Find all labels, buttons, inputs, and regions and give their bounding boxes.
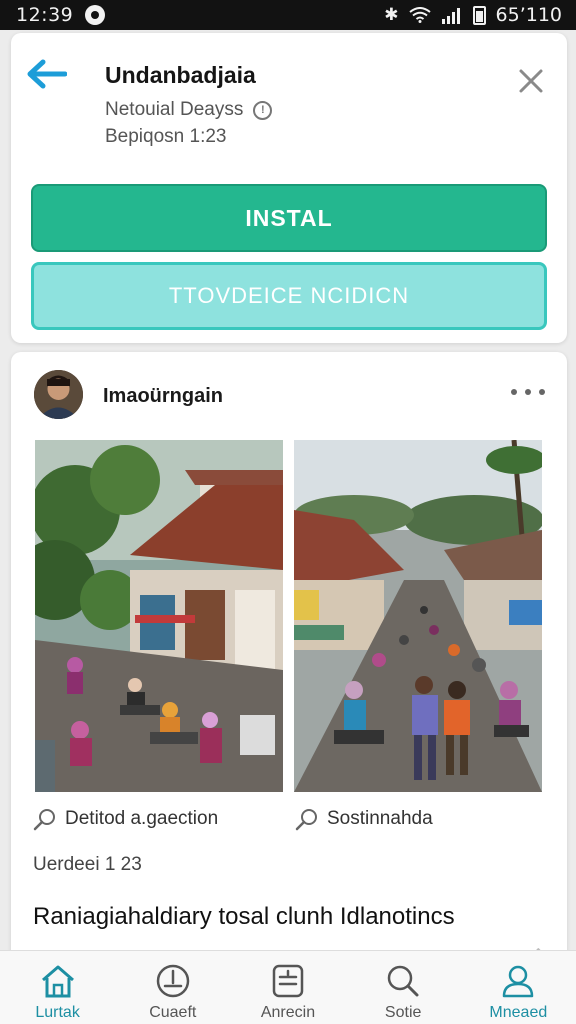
app-subtitle-row: Netouial Deayss !: [105, 99, 273, 121]
more-options-button[interactable]: [511, 382, 545, 402]
post-author[interactable]: Imaoürngain: [103, 385, 223, 408]
caption-text-1: Detitod a.gaection: [65, 808, 219, 829]
post-photo-busy-street[interactable]: [294, 440, 542, 792]
dot: [511, 389, 517, 395]
download-icon: [156, 964, 190, 998]
nav-item-list[interactable]: Anrecin: [233, 951, 343, 1024]
back-button[interactable]: [23, 51, 69, 97]
info-icon[interactable]: !: [253, 100, 273, 120]
photo-caption-1: Detitod a.gaection: [33, 807, 218, 831]
status-time: 12:39: [16, 4, 74, 26]
install-button[interactable]: INSTAL: [31, 184, 547, 252]
battery-icon: [472, 5, 486, 25]
app-install-card: Undanbadjaia Netouial Deayss ! Bepiqosn …: [11, 33, 567, 343]
home-icon: [41, 965, 74, 998]
close-icon: [519, 69, 543, 93]
nav-label-home: Lurtak: [35, 1004, 80, 1021]
app-title: Undanbadjaia: [105, 62, 256, 88]
search-tag-icon: [33, 809, 55, 831]
post-card: Imaoürngain Detitod a.gaection Sostinnah…: [11, 352, 567, 972]
avatar[interactable]: [34, 370, 83, 419]
person-avatar-image: [34, 370, 83, 419]
search-tag-icon: [295, 809, 317, 831]
nav-label-download: Cuaeft: [149, 1004, 197, 1021]
notification-icon: [85, 5, 106, 25]
signal-icon: [441, 8, 460, 24]
bluetooth-icon: ✱: [384, 5, 399, 25]
nav-item-download[interactable]: Cuaeft: [118, 951, 228, 1024]
post-photo-street-market[interactable]: [35, 440, 283, 792]
nav-item-profile[interactable]: Mneaed: [463, 951, 573, 1024]
app-subtitle: Netouial Deayss: [105, 99, 244, 120]
bottom-navigation: Lurtak Cuaeft Anrecin Sotie Mneaed: [0, 950, 576, 1024]
secondary-button[interactable]: TTOVDEICE NCIDICN: [31, 262, 547, 330]
caption-text-2: Sostinnahda: [327, 808, 433, 829]
post-body-text: Raniagiahaldiary tosal clunh Idlanotincs: [33, 903, 455, 930]
status-right-text: 65’110: [495, 4, 562, 26]
nav-label-profile: Mneaed: [489, 1004, 548, 1021]
wifi-icon: [408, 7, 431, 23]
status-icons: ✱ 65’110: [384, 4, 562, 26]
status-bar: 12:39 ✱ 65’110: [0, 0, 576, 30]
nav-label-search: Sotie: [384, 1004, 422, 1021]
dot: [539, 389, 545, 395]
nav-item-home[interactable]: Lurtak: [3, 951, 113, 1024]
close-button[interactable]: [511, 61, 551, 101]
nav-item-search[interactable]: Sotie: [348, 951, 458, 1024]
dot: [525, 389, 531, 395]
list-icon: [272, 964, 304, 998]
search-icon: [387, 965, 419, 997]
arrow-left-icon: [27, 59, 67, 89]
app-meta: Bepiqosn 1:23: [105, 126, 227, 147]
profile-icon: [503, 965, 534, 998]
nav-label-list: Anrecin: [260, 1004, 316, 1021]
post-meta: Uerdeei 1 23: [33, 854, 142, 875]
photo-caption-2: Sostinnahda: [295, 807, 433, 831]
